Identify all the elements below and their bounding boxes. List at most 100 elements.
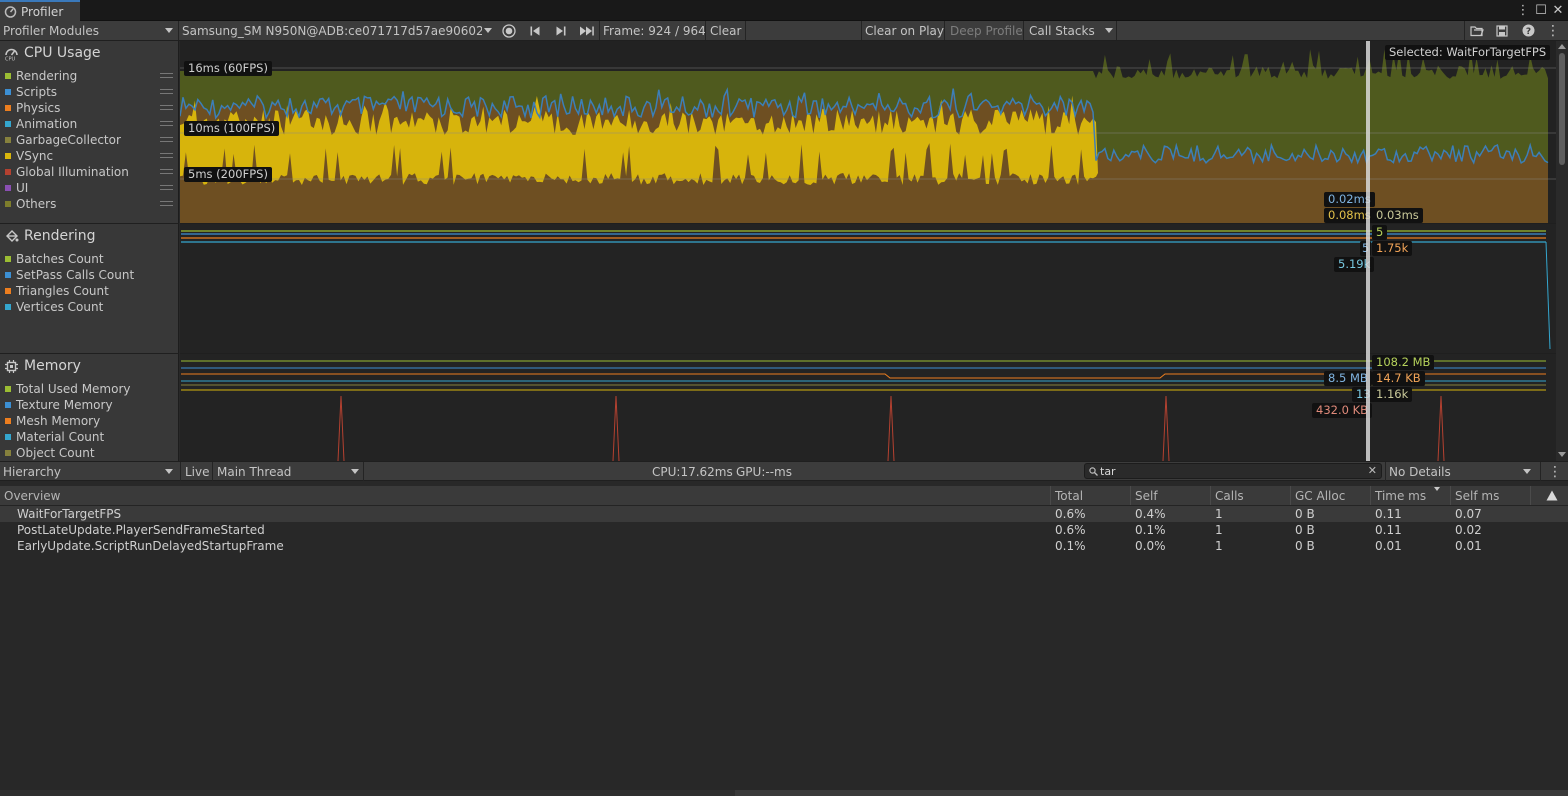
- cpu-usage-chart[interactable]: 16ms (60FPS) 10ms (100FPS) 5ms (200FPS) …: [180, 41, 1556, 223]
- legend-item[interactable]: Batches Count: [5, 251, 104, 267]
- table-row[interactable]: PostLateUpdate.PlayerSendFrameStarted 0.6…: [0, 522, 1568, 538]
- scroll-down-icon[interactable]: [1556, 449, 1568, 459]
- column-self[interactable]: Self: [1130, 486, 1210, 505]
- view-mode-dropdown[interactable]: Hierarchy: [3, 462, 175, 481]
- reorder-handle-icon[interactable]: [160, 105, 173, 110]
- legend-item[interactable]: Physics: [5, 100, 173, 116]
- clear-button[interactable]: Clear: [710, 21, 741, 40]
- cpu-time-label: CPU:17.62ms: [652, 464, 733, 479]
- module-title: CPU Usage: [24, 45, 101, 61]
- profiler-tab[interactable]: Profiler: [0, 0, 80, 21]
- memory-chart[interactable]: 108.2 MB 8.5 MB 14.7 KB 13 1.16k 432.0 K…: [180, 354, 1556, 461]
- legend-item[interactable]: Vertices Count: [5, 299, 103, 315]
- legend-item[interactable]: UI: [5, 180, 173, 196]
- column-overview[interactable]: Overview: [0, 486, 1050, 505]
- reorder-handle-icon[interactable]: [160, 153, 173, 158]
- view-mode-label: Hierarchy: [3, 464, 62, 479]
- legend-item[interactable]: Global Illumination: [5, 164, 173, 180]
- column-total[interactable]: Total: [1050, 486, 1130, 505]
- column-calls[interactable]: Calls: [1210, 486, 1290, 505]
- legend-item[interactable]: GarbageCollector: [5, 132, 173, 148]
- deep-profile-toggle[interactable]: Deep Profile: [950, 21, 1023, 40]
- close-icon[interactable]: ✕: [1549, 0, 1567, 21]
- column-gc-alloc[interactable]: GC Alloc: [1290, 486, 1370, 505]
- legend-swatch: [5, 153, 11, 159]
- call-stacks-dropdown[interactable]: Call Stacks: [1029, 21, 1113, 40]
- reorder-handle-icon[interactable]: [160, 201, 173, 206]
- reorder-handle-icon[interactable]: [160, 137, 173, 142]
- legend-item[interactable]: Material Count: [5, 429, 104, 445]
- maximize-icon[interactable]: ☐: [1532, 0, 1550, 21]
- live-toggle[interactable]: Live: [185, 462, 210, 481]
- load-button[interactable]: [1468, 21, 1486, 40]
- legend-item[interactable]: SetPass Calls Count: [5, 267, 134, 283]
- legend-item[interactable]: Rendering: [5, 68, 173, 84]
- clear-search-icon[interactable]: ✕: [1368, 464, 1377, 477]
- more-options-icon[interactable]: ⋮: [1546, 21, 1560, 40]
- selected-sample-label: Selected: WaitForTargetFPS: [1385, 45, 1551, 60]
- search-input[interactable]: tar: [1100, 465, 1116, 478]
- legend-item[interactable]: Triangles Count: [5, 283, 109, 299]
- chevron-down-icon: [351, 469, 359, 474]
- table-row[interactable]: WaitForTargetFPS 0.6% 0.4% 1 0 B 0.11 0.07: [0, 506, 1568, 522]
- thread-label: Main Thread: [217, 464, 292, 479]
- frame-counter: Frame: 924 / 964: [603, 23, 706, 38]
- legend-item[interactable]: Scripts: [5, 84, 173, 100]
- charts-scrollbar[interactable]: [1556, 41, 1568, 461]
- save-button[interactable]: [1493, 21, 1511, 40]
- memory-module[interactable]: Memory Total Used Memory Texture Memory Me…: [0, 354, 179, 461]
- rendering-module[interactable]: Rendering Batches Count SetPass Calls Cou…: [0, 224, 179, 354]
- previous-frame-button[interactable]: [527, 21, 543, 40]
- help-button[interactable]: ?: [1519, 21, 1537, 40]
- clear-on-play-toggle[interactable]: Clear on Play: [865, 21, 944, 40]
- warning-column[interactable]: [1530, 486, 1568, 505]
- legend-label: UI: [16, 181, 29, 195]
- record-button[interactable]: [500, 21, 518, 40]
- rendering-chart[interactable]: 5 5 1.75k 5.19k: [180, 224, 1556, 353]
- details-toolbar: Hierarchy Live Main Thread CPU:17.62ms G…: [0, 461, 1568, 481]
- profiler-toolbar: Profiler Modules Samsung_SM N950N@ADB:ce…: [0, 21, 1568, 41]
- cpu-value-label: 0.03ms: [1372, 208, 1423, 223]
- more-options-icon[interactable]: ⋮: [1548, 462, 1562, 481]
- scroll-up-icon[interactable]: [1556, 41, 1568, 51]
- cell-gc: 0 B: [1295, 507, 1315, 521]
- thread-dropdown[interactable]: Main Thread: [217, 462, 359, 481]
- table-row[interactable]: EarlyUpdate.ScriptRunDelayedStartupFrame…: [0, 538, 1568, 554]
- legend-item[interactable]: Object Count: [5, 445, 95, 461]
- profiler-modules-dropdown[interactable]: Profiler Modules: [3, 21, 175, 40]
- next-frame-button[interactable]: [553, 21, 569, 40]
- cell-total: 0.6%: [1055, 523, 1086, 537]
- legend-item[interactable]: Total Used Memory: [5, 381, 131, 397]
- profiler-charts[interactable]: 16ms (60FPS) 10ms (100FPS) 5ms (200FPS) …: [180, 41, 1556, 461]
- legend-label: Others: [16, 197, 57, 211]
- legend-swatch: [5, 386, 11, 392]
- reorder-handle-icon[interactable]: [160, 89, 173, 94]
- details-dropdown[interactable]: No Details: [1389, 462, 1531, 481]
- reorder-handle-icon[interactable]: [160, 121, 173, 126]
- target-device-dropdown[interactable]: Samsung_SM N950N@ADB:ce071717d57ae906027…: [182, 21, 492, 40]
- reorder-handle-icon[interactable]: [160, 169, 173, 174]
- selected-frame-marker[interactable]: [1366, 41, 1370, 461]
- batches-value-label: 5: [1372, 225, 1388, 240]
- legend-item[interactable]: Others: [5, 196, 173, 212]
- reorder-handle-icon[interactable]: [160, 185, 173, 190]
- reorder-handle-icon[interactable]: [160, 73, 173, 78]
- cpu-usage-module[interactable]: CPU CPU Usage Rendering Scripts Physics Ani…: [0, 41, 179, 224]
- column-self-ms[interactable]: Self ms: [1450, 486, 1530, 505]
- legend-swatch: [5, 185, 11, 191]
- line-10ms-label: 10ms (100FPS): [184, 121, 280, 136]
- legend-item[interactable]: VSync: [5, 148, 173, 164]
- legend-label: Physics: [16, 101, 61, 115]
- legend-label: GarbageCollector: [16, 133, 121, 147]
- more-options-icon[interactable]: ⋮: [1514, 0, 1532, 21]
- legend-item[interactable]: Animation: [5, 116, 173, 132]
- current-frame-button[interactable]: [577, 21, 597, 40]
- scrollbar-thumb[interactable]: [1559, 53, 1565, 165]
- legend-item[interactable]: Mesh Memory: [5, 413, 100, 429]
- legend-label: Total Used Memory: [16, 382, 131, 396]
- column-time-ms[interactable]: Time ms: [1370, 486, 1450, 505]
- legend-swatch: [5, 256, 11, 262]
- search-field[interactable]: tar ✕: [1084, 463, 1382, 479]
- legend-item[interactable]: Texture Memory: [5, 397, 113, 413]
- chevron-down-icon: [165, 469, 173, 474]
